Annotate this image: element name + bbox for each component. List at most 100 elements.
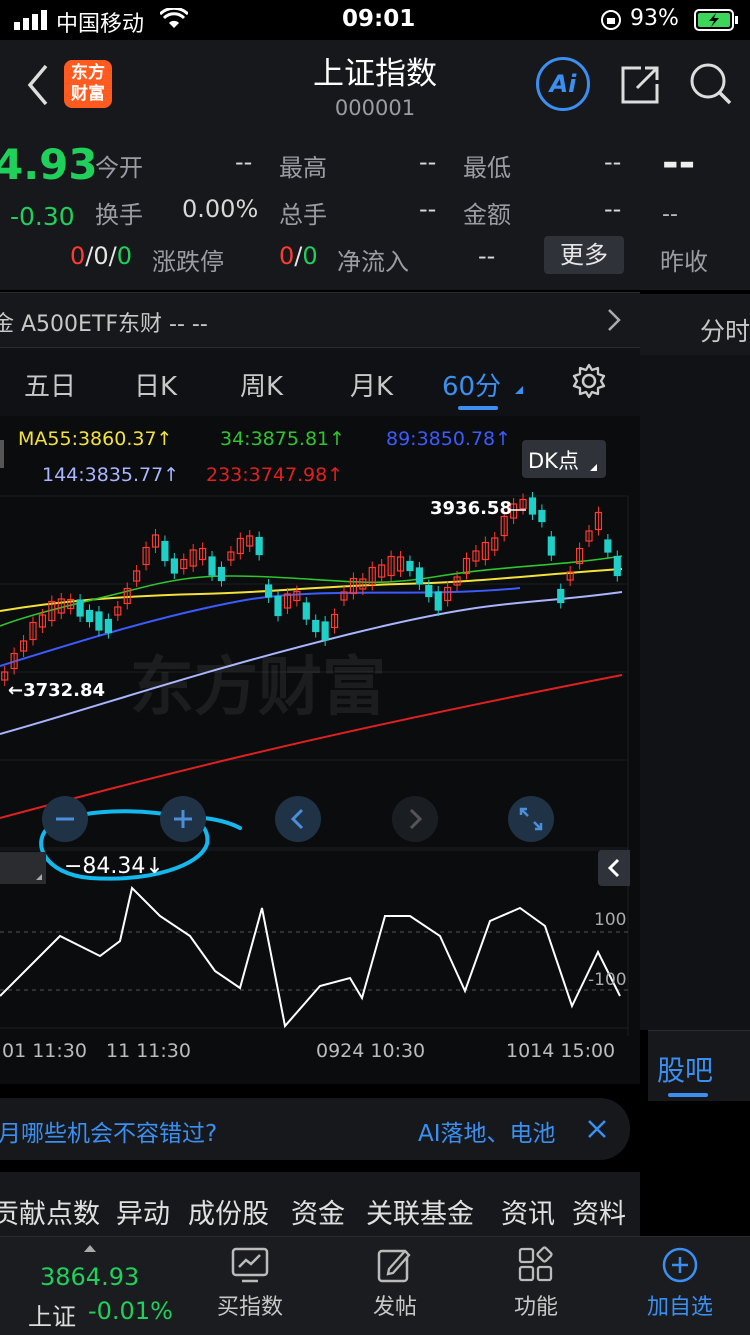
add-watchlist-button[interactable]: 加自选	[630, 1245, 730, 1321]
post-label: 发帖	[372, 1295, 417, 1320]
period-tabs: 五日 日K 周K 月K 60分	[0, 348, 640, 417]
functions-button[interactable]: 功能	[486, 1245, 586, 1321]
candle-body	[208, 556, 216, 576]
limit-counts: 0/0	[279, 242, 318, 270]
status-bar: 中国移动 09:01 93%	[0, 0, 750, 40]
watermark: 东方财富	[130, 651, 386, 725]
volume-value: --	[419, 195, 437, 223]
right-big-dash: --	[662, 140, 696, 186]
candle-body	[434, 591, 442, 611]
tab-profile[interactable]: 资料	[572, 1192, 626, 1231]
time-label-2: 11 11:30	[106, 1040, 191, 1062]
tab-five-day[interactable]: 五日	[24, 366, 76, 403]
battery-icon	[694, 8, 740, 36]
fenshi-label[interactable]: 分时	[700, 312, 750, 348]
functions-label: 功能	[513, 1295, 558, 1320]
promo-close-icon[interactable]	[584, 1116, 610, 1146]
info-tabs: 贡献点数 异动 成份股 资金 关联基金 资讯 资料	[0, 1172, 640, 1236]
zoom-out-button[interactable]	[42, 796, 88, 842]
candle-body	[170, 558, 178, 574]
candlestick-plot	[0, 492, 629, 1036]
candle-body	[76, 599, 84, 617]
scroll-right-button[interactable]	[392, 796, 438, 842]
edit-icon	[345, 1245, 445, 1289]
candle-body	[613, 555, 621, 577]
tab-week-k[interactable]: 周K	[240, 366, 283, 403]
buy-index-label: 买指数	[216, 1295, 283, 1320]
amount-label: 金额	[463, 201, 511, 229]
etf-bar[interactable]: 金 A500ETF东财 -- --	[0, 292, 640, 348]
turnover-label: 换手	[95, 201, 143, 229]
carrier-label: 中国移动	[56, 12, 145, 37]
collapse-indicator-button[interactable]	[598, 850, 630, 886]
prev-close-label: 昨收	[660, 248, 708, 276]
promo-right-text: AI落地、电池	[418, 1121, 556, 1147]
kline-chart[interactable]: MA55:3860.37↑ 34:3875.81↑ 89:3850.78↑ 14…	[0, 416, 640, 1084]
low-value: --	[604, 148, 622, 176]
more-button[interactable]: 更多	[544, 236, 624, 274]
tab-movement[interactable]: 异动	[116, 1192, 170, 1231]
tab-underline	[458, 406, 498, 410]
share-icon[interactable]	[619, 62, 663, 110]
low-label: 最低	[463, 154, 511, 182]
candle-body	[406, 560, 414, 572]
ai-button[interactable]: Ai	[536, 57, 590, 111]
candle-body	[415, 567, 423, 585]
tab-contribution[interactable]: 贡献点数	[0, 1192, 100, 1231]
candle-body	[547, 536, 555, 556]
tab-funds[interactable]: 资金	[291, 1192, 345, 1231]
candle-body	[264, 584, 273, 598]
tab-news[interactable]: 资讯	[501, 1192, 555, 1231]
candle-body	[425, 584, 433, 598]
candle-body	[95, 611, 103, 631]
bottom-toolbar: 3864.93 上证 -0.01% 买指数 发帖 功能 加自选	[0, 1236, 750, 1335]
clock: 09:01	[342, 6, 416, 32]
candle-body	[104, 618, 112, 634]
post-button[interactable]: 发帖	[345, 1245, 445, 1321]
chevron-right-icon	[606, 307, 622, 337]
time-label-1: 01 11:30	[2, 1040, 87, 1062]
tab-60min[interactable]: 60分	[442, 366, 501, 403]
tab-constituents[interactable]: 成份股	[188, 1192, 269, 1231]
zoom-in-button[interactable]	[160, 796, 206, 842]
tab-month-k[interactable]: 月K	[350, 366, 393, 403]
guba-tab[interactable]: 股吧	[657, 1049, 713, 1089]
caret-up-icon	[84, 1245, 96, 1252]
fullscreen-button[interactable]	[508, 796, 554, 842]
buy-index-button[interactable]: 买指数	[200, 1245, 300, 1321]
indicator-selector[interactable]	[0, 852, 46, 884]
candle-body	[528, 497, 537, 515]
tab-day-k[interactable]: 日K	[134, 366, 177, 403]
search-icon[interactable]	[687, 60, 733, 110]
right-side-panel: -- -- 昨收 分时	[640, 130, 750, 1030]
battery-percent: 93%	[630, 6, 679, 31]
index-ticker[interactable]: 3864.93 上证 -0.01%	[0, 1237, 180, 1335]
level-neg100-label: -100	[588, 970, 627, 990]
candle-body	[538, 509, 546, 523]
flat-count: 0	[93, 242, 109, 270]
ma34-line	[0, 555, 623, 627]
settings-gear-icon[interactable]	[570, 362, 608, 404]
right-panel-body	[640, 355, 750, 1030]
ticker-change: -0.01%	[88, 1297, 173, 1325]
right-small-dash: --	[662, 202, 678, 227]
wifi-icon	[158, 6, 190, 34]
volume-label: 总手	[279, 201, 327, 229]
level-100-label: 100	[594, 910, 627, 930]
tab-related-funds[interactable]: 关联基金	[366, 1192, 474, 1231]
limit-down: 0	[302, 242, 318, 270]
plus-circle-icon	[630, 1245, 730, 1289]
up-count: 0	[70, 242, 86, 270]
scroll-left-button[interactable]	[275, 796, 321, 842]
high-value: --	[419, 148, 437, 176]
ma55-line	[0, 568, 623, 612]
high-price-label: 3936.58	[430, 498, 512, 519]
open-label: 今开	[95, 154, 143, 182]
candle-body	[85, 609, 94, 623]
right-divider	[640, 290, 750, 294]
promo-banner[interactable]: 月哪些机会不容错过? AI落地、电池	[0, 1098, 630, 1160]
down-count: 0	[116, 242, 133, 270]
candle-body	[302, 602, 310, 620]
turnover-value: 0.00%	[182, 195, 259, 223]
candle-body	[217, 566, 226, 582]
